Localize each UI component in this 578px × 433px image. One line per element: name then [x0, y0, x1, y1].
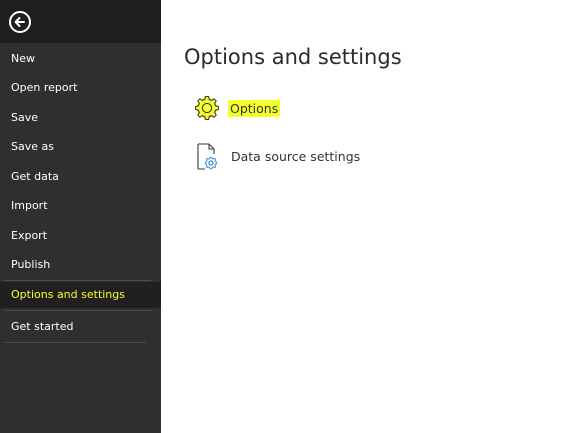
- back-area: [0, 0, 161, 43]
- menu-divider: [5, 280, 151, 281]
- main-panel: Options and settings Options Data source…: [161, 0, 578, 433]
- menu-item-label: Publish: [11, 258, 51, 271]
- menu-item-export[interactable]: Export: [0, 227, 161, 245]
- menu-item-label: New: [11, 52, 35, 65]
- menu-item-get-started[interactable]: Get started: [0, 318, 161, 336]
- options-label-text: Options: [228, 100, 281, 117]
- menu-item-label: Save as: [11, 140, 54, 153]
- menu-item-label: Open report: [11, 81, 78, 94]
- menu-item-label: Options and settings: [11, 288, 125, 301]
- menu-item-label: Get data: [11, 170, 59, 183]
- menu-item-options-and-settings[interactable]: Options and settings: [0, 282, 161, 308]
- menu-item-label: Save: [11, 111, 39, 124]
- menu-item-open-report[interactable]: Open report: [0, 79, 161, 97]
- menu-item-get-data[interactable]: Get data: [0, 168, 161, 186]
- menu-item-import[interactable]: Import: [0, 197, 161, 215]
- menu-item-new[interactable]: New: [0, 50, 161, 68]
- menu-item-label: Import: [11, 199, 48, 212]
- menu-divider: [5, 342, 146, 343]
- menu-item-save-as[interactable]: Save as: [0, 138, 161, 156]
- app-window: New Open report Save Save as Get data Im…: [0, 0, 578, 433]
- menu-divider: [5, 310, 151, 311]
- gear-icon: [194, 95, 220, 125]
- data-source-settings-icon: [194, 142, 220, 176]
- page-title: Options and settings: [184, 45, 402, 69]
- menu-item-save[interactable]: Save: [0, 109, 161, 127]
- data-source-settings-item[interactable]: Data source settings: [194, 142, 394, 172]
- menu-item-publish[interactable]: Publish: [0, 256, 161, 274]
- options-item[interactable]: Options: [194, 95, 324, 125]
- file-menu-sidebar: New Open report Save Save as Get data Im…: [0, 0, 161, 433]
- menu-item-label: Export: [11, 229, 48, 242]
- data-source-settings-label: Data source settings: [231, 149, 361, 164]
- options-label: Options: [228, 100, 281, 117]
- back-arrow-icon[interactable]: [9, 11, 31, 33]
- menu-item-label: Get started: [11, 320, 74, 333]
